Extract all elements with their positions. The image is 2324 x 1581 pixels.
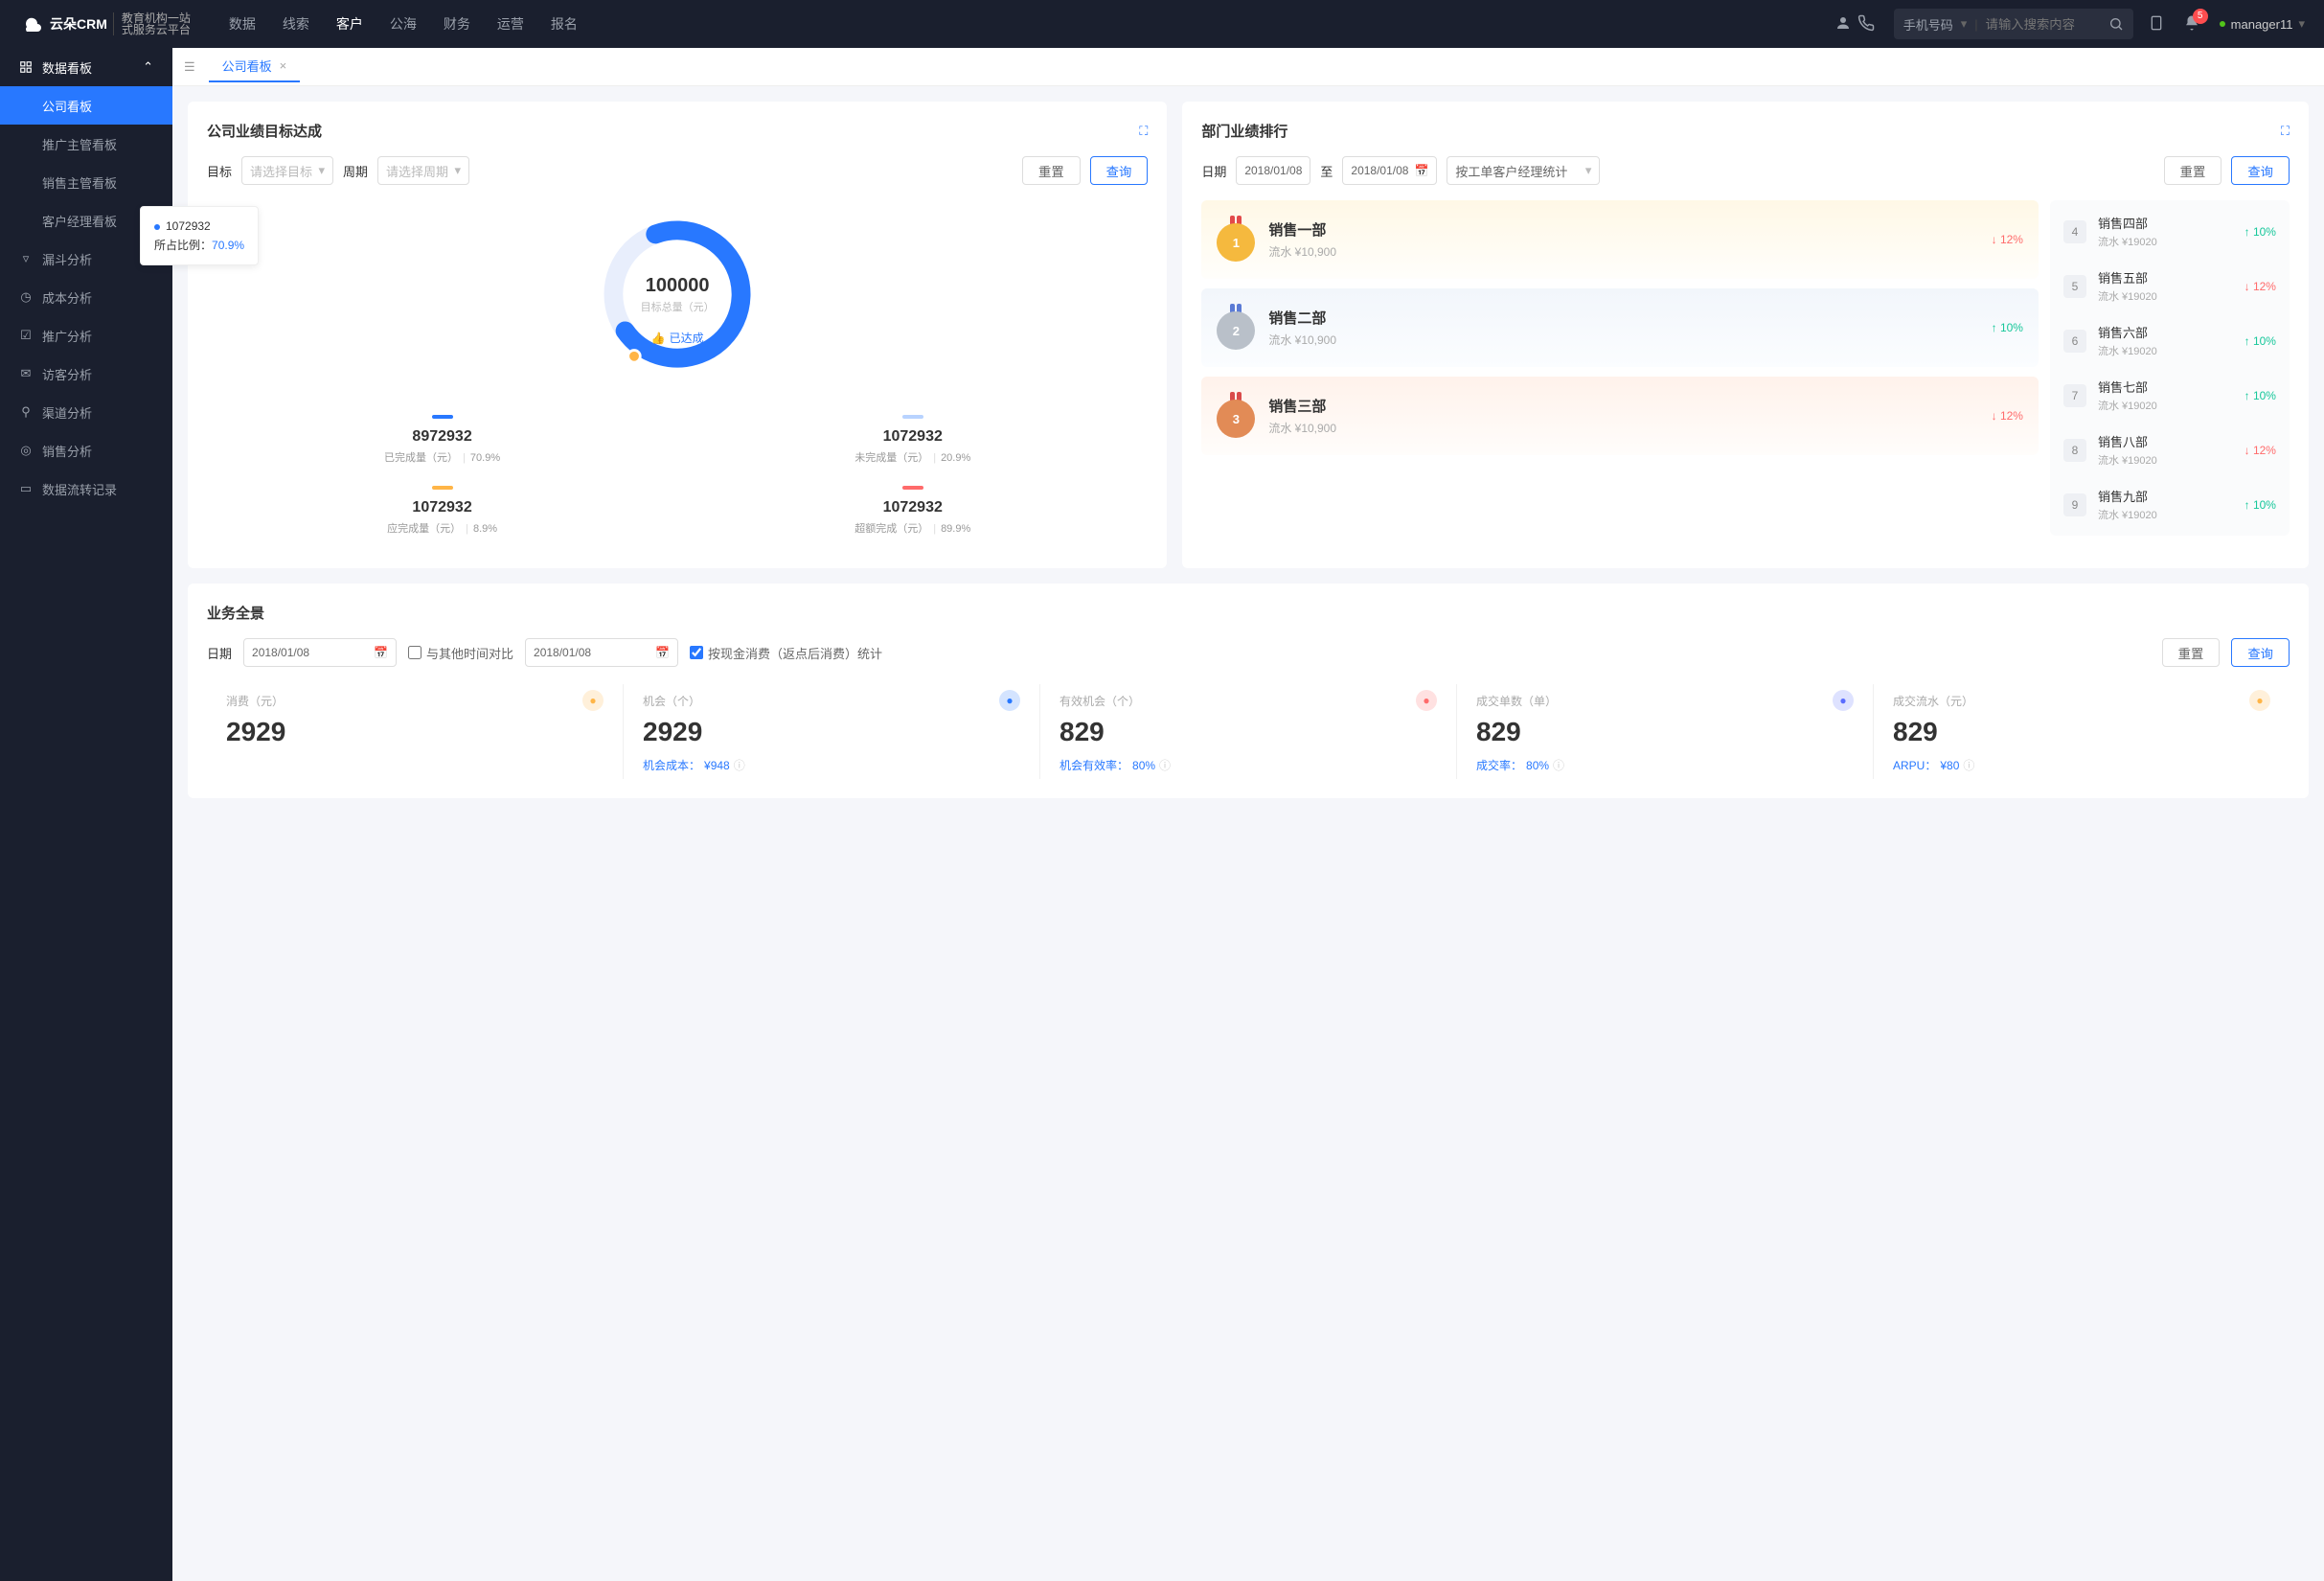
stat-item: 8972932已完成量（元）|70.9% (207, 407, 677, 478)
sidebar-item[interactable]: ⚲渠道分析 (0, 393, 172, 431)
calendar-icon: 📅 (374, 646, 388, 659)
rank-list-item: 9销售九部流水 ¥19020↑ 10% (2050, 477, 2290, 532)
rank-list-item: 4销售四部流水 ¥19020↑ 10% (2050, 204, 2290, 259)
target-card: 公司业绩目标达成⛶ 目标 请选择目标▾ 周期 请选择周期▾ 重置 查询 1072… (188, 102, 1167, 568)
card-title: 部门业绩排行 (1201, 121, 1287, 141)
calendar-icon: 📅 (1414, 164, 1428, 177)
metric-icon: ● (2249, 690, 2270, 711)
menu-icon: ✉ (19, 366, 33, 381)
menu-icon: ◷ (19, 289, 33, 305)
overview-metric: 机会（个）●2929机会成本：¥948ⓘ (623, 684, 1039, 779)
tab-bar: ☰ 公司看板× (172, 48, 2324, 86)
close-icon[interactable]: × (280, 58, 287, 73)
stat-item: 1072932未完成量（元）|20.9% (677, 407, 1148, 478)
nav-item[interactable]: 数据 (229, 14, 256, 34)
sidebar-item[interactable]: ▭数据流转记录 (0, 470, 172, 508)
sidebar-toggle-icon[interactable]: ☰ (184, 59, 195, 75)
chart-tooltip: 1072932 所占比例：70.9% (140, 206, 259, 265)
logo: 云朵CRM 教育机构一站式服务云平台 (19, 12, 191, 35)
sidebar-item[interactable]: ✉访客分析 (0, 355, 172, 393)
sidebar-sub-item[interactable]: 公司看板 (0, 86, 172, 125)
query-button[interactable]: 查询 (1090, 156, 1149, 185)
query-button[interactable]: 查询 (2231, 638, 2290, 667)
reset-button[interactable]: 重置 (1022, 156, 1081, 185)
overview-metric: 成交流水（元）●829ARPU：¥80ⓘ (1873, 684, 2290, 779)
expand-icon[interactable]: ⛶ (1139, 124, 1148, 139)
user-menu[interactable]: manager11▾ (2220, 16, 2305, 32)
rank-top-item: 2销售二部流水 ¥10,900↑ 10% (1201, 288, 2039, 367)
sidebar-sub-item[interactable]: 销售主管看板 (0, 163, 172, 201)
menu-icon: ⚲ (19, 404, 33, 420)
card-title: 业务全景 (207, 603, 264, 623)
metric-icon: ● (1416, 690, 1437, 711)
help-icon[interactable]: ⓘ (1963, 757, 1974, 773)
rank-list-item: 8销售八部流水 ¥19020↓ 12% (2050, 423, 2290, 477)
app-header: 云朵CRM 教育机构一站式服务云平台 数据 线索 客户 公海 财务 运营 报名 手机号码▾ … (0, 0, 2324, 48)
chevron-up-icon: ⌃ (143, 59, 153, 75)
overview-metric: 有效机会（个）●829机会有效率：80%ⓘ (1039, 684, 1456, 779)
compare-checkbox[interactable]: 与其他时间对比 (408, 644, 513, 662)
search-input[interactable] (1986, 17, 2101, 32)
stat-item: 1072932超额完成（元）|89.9% (677, 478, 1148, 549)
nav-item[interactable]: 报名 (551, 14, 578, 34)
reset-button[interactable]: 重置 (2164, 156, 2222, 185)
menu-icon: ◎ (19, 443, 33, 458)
overview-date2[interactable]: 2018/01/08📅 (525, 638, 678, 667)
sidebar-item[interactable]: ◎销售分析 (0, 431, 172, 470)
phone-icon[interactable] (1857, 14, 1875, 34)
stat-item: 1072932应完成量（元）|8.9% (207, 478, 677, 549)
help-icon[interactable]: ⓘ (734, 757, 745, 773)
sidebar: 数据看板 ⌃ 公司看板推广主管看板销售主管看板客户经理看板 ▿漏斗分析◷成本分析… (0, 48, 172, 1581)
medal-icon: 1 (1217, 218, 1255, 262)
overview-date1[interactable]: 2018/01/08📅 (243, 638, 397, 667)
medal-icon: 3 (1217, 394, 1255, 438)
top-nav: 数据 线索 客户 公海 财务 运营 报名 (229, 14, 1829, 34)
ranking-card: 部门业绩排行⛶ 日期 2018/01/08 至 2018/01/08📅 按工单客… (1182, 102, 2309, 568)
sidebar-item[interactable]: ◷成本分析 (0, 278, 172, 316)
overview-card: 业务全景 日期 2018/01/08📅 与其他时间对比 2018/01/08📅 … (188, 584, 2309, 798)
help-icon[interactable]: ⓘ (1553, 757, 1564, 773)
rank-list-item: 6销售六部流水 ¥19020↑ 10% (2050, 313, 2290, 368)
sidebar-sub-item[interactable]: 推广主管看板 (0, 125, 172, 163)
reset-button[interactable]: 重置 (2162, 638, 2221, 667)
help-icon[interactable]: ⓘ (1159, 757, 1171, 773)
user-icon[interactable] (1834, 14, 1852, 34)
query-button[interactable]: 查询 (2231, 156, 2290, 185)
metric-icon: ● (582, 690, 604, 711)
rank-top-item: 3销售三部流水 ¥10,900↓ 12% (1201, 377, 2039, 455)
menu-icon: ☑ (19, 328, 33, 343)
thumbs-up-icon: 👍 (651, 332, 666, 345)
sidebar-group-dashboard[interactable]: 数据看板 ⌃ (0, 48, 172, 86)
mobile-icon[interactable] (2149, 13, 2164, 35)
card-title: 公司业绩目标达成 (207, 121, 322, 141)
menu-icon: ▭ (19, 481, 33, 496)
nav-item[interactable]: 客户 (336, 14, 363, 34)
date-from[interactable]: 2018/01/08 (1236, 156, 1310, 185)
stat-type-select[interactable]: 按工单客户经理统计▾ (1447, 156, 1600, 185)
rank-top-item: 1销售一部流水 ¥10,900↓ 12% (1201, 200, 2039, 279)
nav-item[interactable]: 运营 (497, 14, 524, 34)
expand-icon[interactable]: ⛶ (2281, 124, 2290, 139)
metric-icon: ● (999, 690, 1020, 711)
stat-checkbox[interactable]: 按现金消费（返点后消费）统计 (690, 644, 882, 662)
medal-icon: 2 (1217, 306, 1255, 350)
search-box[interactable]: 手机号码▾ | (1894, 9, 2133, 39)
calendar-icon: 📅 (655, 646, 670, 659)
rank-list-item: 5销售五部流水 ¥19020↓ 12% (2050, 259, 2290, 313)
nav-item[interactable]: 公海 (390, 14, 417, 34)
nav-item[interactable]: 财务 (444, 14, 470, 34)
date-to[interactable]: 2018/01/08📅 (1342, 156, 1437, 185)
period-select[interactable]: 请选择周期▾ (377, 156, 469, 185)
rank-list-item: 7销售七部流水 ¥19020↑ 10% (2050, 368, 2290, 423)
nav-item[interactable]: 线索 (283, 14, 309, 34)
search-icon[interactable] (2108, 16, 2124, 32)
sidebar-item[interactable]: ☑推广分析 (0, 316, 172, 355)
overview-metric: 成交单数（单）●829成交率：80%ⓘ (1456, 684, 1873, 779)
target-select[interactable]: 请选择目标▾ (241, 156, 333, 185)
menu-icon: ▿ (19, 251, 33, 266)
bell-icon[interactable]: 5 (2183, 14, 2200, 34)
metric-icon: ● (1833, 690, 1854, 711)
overview-metric: 消费（元）●2929 (207, 684, 623, 779)
tab-company-dashboard[interactable]: 公司看板× (209, 52, 301, 82)
